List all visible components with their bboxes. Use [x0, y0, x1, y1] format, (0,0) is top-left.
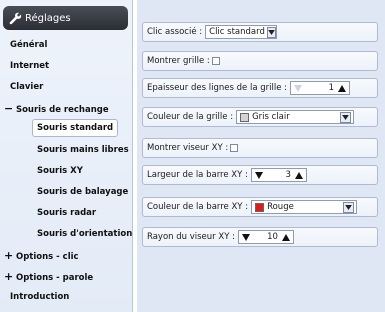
expand-icon[interactable]: + — [4, 270, 13, 283]
dropdown-arrow-icon[interactable] — [340, 111, 352, 123]
sidebar-item-internet[interactable]: Internet — [10, 61, 49, 71]
largeur-barre-label: Largeur de la barre XY : — [147, 170, 248, 180]
wrench-icon — [9, 12, 22, 24]
rayon-viseur-stepper[interactable]: 10 — [237, 230, 294, 244]
dropdown-arrow-icon[interactable] — [343, 201, 355, 213]
epaisseur-stepper[interactable]: 1 — [290, 81, 350, 95]
collapse-icon[interactable]: − — [4, 102, 13, 115]
setting-montrer-grille: Montrer grille : — [142, 51, 378, 71]
clic-associe-label: Clic associé : — [147, 27, 203, 37]
decrement-icon[interactable] — [254, 171, 263, 179]
couleur-grille-select[interactable]: Gris clair — [236, 110, 355, 124]
color-swatch — [255, 202, 265, 212]
settings-sidebar: Réglages Général Internet Clavier − Sour… — [0, 0, 133, 312]
setting-epaisseur-grille: Epaisseur des lignes de la grille : 1 — [142, 78, 378, 98]
couleur-barre-label: Couleur de la barre XY : — [147, 202, 249, 212]
couleur-grille-label: Couleur de la grille : — [147, 112, 234, 122]
sidebar-item-souris-de-rechange[interactable]: − Souris de rechange — [4, 102, 109, 115]
clic-associe-select[interactable]: Clic standard — [205, 25, 278, 39]
largeur-barre-stepper[interactable]: 3 — [250, 168, 307, 182]
sidebar-item-souris-xy[interactable]: Souris XY — [37, 166, 83, 176]
setting-largeur-barre: Largeur de la barre XY : 3 — [142, 165, 378, 185]
sidebar-item-souris-standard[interactable]: Souris standard — [32, 119, 119, 137]
sidebar-item-general[interactable]: Général — [10, 40, 47, 50]
sidebar-item-souris-de-balayage[interactable]: Souris de balayage — [37, 187, 128, 197]
montrer-grille-label: Montrer grille : — [147, 56, 210, 66]
setting-couleur-barre: Couleur de la barre XY : Rouge — [142, 197, 378, 217]
settings-panel: Clic associé : Clic standard Montrer gri… — [137, 0, 385, 312]
expand-icon[interactable]: + — [4, 249, 13, 262]
setting-rayon-viseur: Rayon du viseur XY : 10 — [142, 227, 378, 247]
largeur-barre-value: 3 — [285, 170, 291, 180]
sidebar-item-souris-orientation[interactable]: Souris d'orientation — [37, 229, 132, 239]
setting-couleur-grille: Couleur de la grille : Gris clair — [142, 107, 378, 127]
rayon-viseur-value: 10 — [267, 232, 278, 242]
sidebar-item-clavier[interactable]: Clavier — [10, 82, 43, 92]
epaisseur-label: Epaisseur des lignes de la grille : — [147, 83, 287, 93]
couleur-barre-select[interactable]: Rouge — [251, 200, 358, 214]
montrer-viseur-label: Montrer viseur XY : — [147, 143, 229, 153]
decrement-icon[interactable] — [294, 84, 302, 92]
setting-montrer-viseur: Montrer viseur XY : — [142, 138, 378, 158]
sidebar-header: Réglages — [3, 6, 128, 30]
dropdown-arrow-icon[interactable] — [266, 26, 276, 38]
setting-clic-associe: Clic associé : Clic standard — [142, 22, 378, 42]
sidebar-title: Réglages — [25, 12, 71, 24]
increment-icon[interactable] — [294, 171, 303, 179]
sidebar-item-souris-radar[interactable]: Souris radar — [37, 208, 96, 218]
color-swatch — [240, 112, 250, 122]
sidebar-item-introduction[interactable]: Introduction — [10, 292, 69, 302]
increment-icon[interactable] — [338, 84, 346, 92]
montrer-grille-checkbox[interactable] — [211, 57, 220, 65]
sidebar-item-souris-mains-libres[interactable]: Souris mains libres — [37, 145, 129, 155]
sidebar-item-options-parole[interactable]: + Options - parole — [4, 270, 93, 283]
decrement-icon[interactable] — [241, 233, 250, 241]
rayon-viseur-label: Rayon du viseur XY : — [147, 232, 235, 242]
epaisseur-value: 1 — [328, 83, 334, 93]
montrer-viseur-checkbox[interactable] — [230, 144, 239, 152]
sidebar-item-options-clic[interactable]: + Options - clic — [4, 249, 79, 262]
increment-icon[interactable] — [281, 233, 290, 241]
